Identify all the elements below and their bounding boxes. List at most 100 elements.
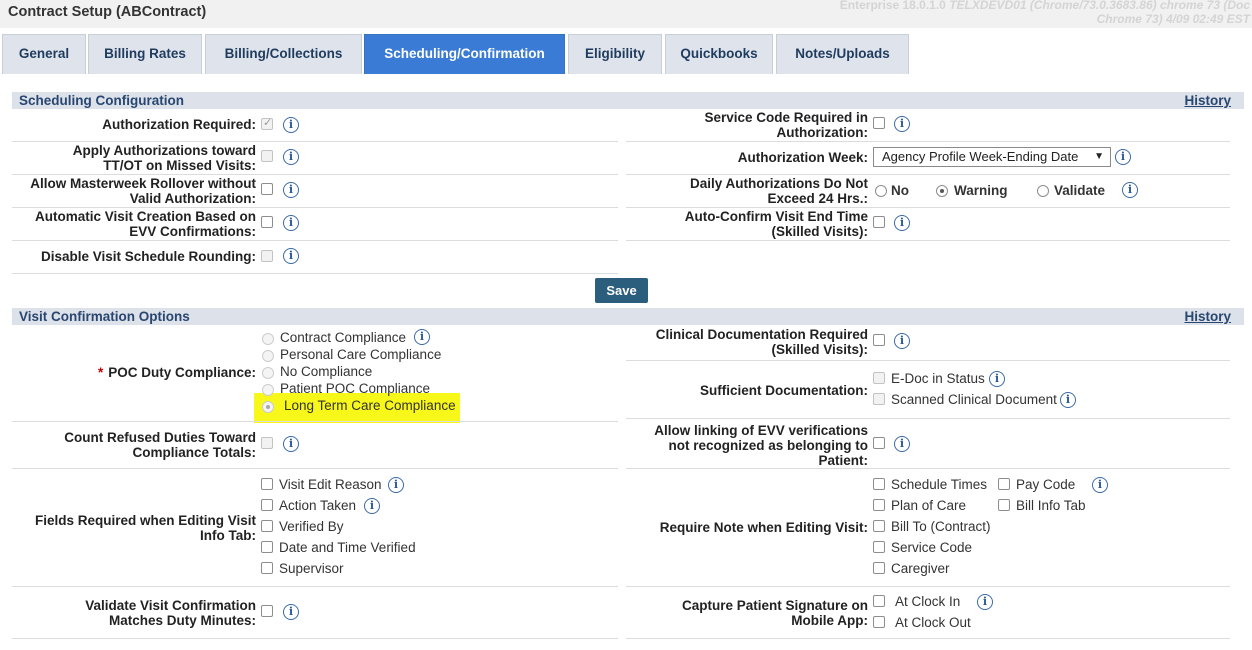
- tab-billing-rates[interactable]: Billing Rates: [88, 34, 202, 74]
- row-divider: [12, 174, 618, 175]
- allow-linking-evv-checkbox[interactable]: [873, 437, 885, 449]
- plan-of-care-checkbox[interactable]: [873, 499, 885, 511]
- row-divider: [626, 240, 1230, 241]
- row-divider: [12, 421, 618, 422]
- daily-auth-no-radio[interactable]: [875, 185, 887, 197]
- scheduling-section-title: Scheduling Configuration: [19, 93, 184, 108]
- daily-auth-warning-radio[interactable]: [936, 185, 948, 197]
- tab-scheduling-confirmation[interactable]: Scheduling/Confirmation: [364, 34, 565, 74]
- caregiver-checkbox[interactable]: [873, 562, 885, 574]
- at-clock-in-label: At Clock In: [895, 594, 961, 609]
- row-divider: [626, 360, 1230, 361]
- visit-edit-reason-checkbox[interactable]: [261, 478, 273, 490]
- info-icon[interactable]: i: [1092, 477, 1108, 493]
- authorization-required-label: Authorization Required:: [102, 117, 256, 132]
- supervisor-checkbox[interactable]: [261, 562, 273, 574]
- at-clock-in-checkbox[interactable]: [873, 595, 885, 607]
- row-divider: [626, 174, 1230, 175]
- row-divider: [626, 638, 1230, 639]
- verified-by-checkbox[interactable]: [261, 520, 273, 532]
- edoc-in-status-checkbox[interactable]: [873, 372, 885, 384]
- scheduling-history-link[interactable]: History: [1184, 92, 1231, 109]
- pay-code-checkbox[interactable]: [998, 478, 1010, 490]
- service-code-checkbox[interactable]: [873, 541, 885, 553]
- poc-option-label: Personal Care Compliance: [280, 347, 442, 362]
- info-icon[interactable]: i: [894, 116, 910, 132]
- schedule-times-checkbox[interactable]: [873, 478, 885, 490]
- info-icon[interactable]: i: [388, 477, 404, 493]
- bill-to-contract-checkbox[interactable]: [873, 520, 885, 532]
- env-version: Enterprise 18.0.1.0: [839, 0, 946, 12]
- authorization-required-checkbox[interactable]: [261, 116, 273, 130]
- confirmation-history-link[interactable]: History: [1184, 308, 1231, 325]
- at-clock-out-label: At Clock Out: [895, 615, 971, 630]
- apply-authorizations-checkbox[interactable]: [261, 150, 273, 162]
- env-host: TELXDEVD01 (Chrome/73.0.3683.86) chrome …: [949, 0, 1250, 12]
- info-icon[interactable]: i: [894, 215, 910, 231]
- bill-info-tab-label: Bill Info Tab: [1016, 498, 1086, 513]
- info-icon[interactable]: i: [1060, 392, 1076, 408]
- poc-contract-compliance-radio[interactable]: [262, 333, 274, 345]
- info-icon[interactable]: i: [989, 371, 1005, 387]
- apply-authorizations-label: Apply Authorizations toward TT/OT on Miss…: [72, 143, 256, 173]
- poc-option-label: Contract Compliance: [280, 330, 407, 345]
- info-icon[interactable]: i: [364, 498, 380, 514]
- masterweek-rollover-checkbox[interactable]: [261, 183, 273, 195]
- row-divider: [12, 207, 618, 208]
- poc-no-compliance-radio[interactable]: [262, 367, 274, 379]
- allow-linking-evv-label: Allow linking of EVV verifications not re…: [654, 423, 868, 468]
- automatic-visit-creation-checkbox[interactable]: [261, 216, 273, 228]
- tab-general[interactable]: General: [2, 34, 86, 74]
- schedule-times-label: Schedule Times: [891, 477, 988, 492]
- info-icon[interactable]: i: [283, 182, 299, 198]
- env-browser-date: Chrome 73) 4/09 02:49 EST: [1096, 12, 1250, 26]
- disable-rounding-checkbox[interactable]: [261, 250, 273, 262]
- row-divider: [626, 418, 1230, 419]
- info-icon[interactable]: i: [283, 117, 299, 133]
- poc-option-label: Patient POC Compliance: [280, 381, 431, 396]
- info-icon[interactable]: i: [283, 248, 299, 264]
- verified-by-label: Verified By: [279, 519, 344, 534]
- info-icon[interactable]: i: [283, 149, 299, 165]
- count-refused-duties-checkbox[interactable]: [261, 437, 273, 449]
- scanned-clinical-document-checkbox[interactable]: [873, 393, 885, 405]
- poc-long-term-care-radio[interactable]: [262, 401, 274, 413]
- tab-billing-collections[interactable]: Billing/Collections: [205, 34, 362, 74]
- auto-confirm-end-time-checkbox[interactable]: [873, 216, 885, 228]
- caregiver-label: Caregiver: [891, 561, 950, 576]
- poc-personal-care-radio[interactable]: [262, 350, 274, 362]
- info-icon[interactable]: i: [977, 594, 993, 610]
- disable-rounding-label: Disable Visit Schedule Rounding:: [40, 249, 256, 264]
- info-icon[interactable]: i: [1115, 149, 1131, 165]
- plan-of-care-label: Plan of Care: [891, 498, 967, 513]
- chevron-down-icon: ▼: [1094, 151, 1104, 162]
- validate-visit-confirmation-checkbox[interactable]: [261, 605, 273, 617]
- info-icon[interactable]: i: [414, 329, 430, 345]
- info-icon[interactable]: i: [894, 333, 910, 349]
- count-refused-duties-label: Count Refused Duties Toward Compliance To…: [64, 430, 256, 460]
- date-time-verified-label: Date and Time Verified: [279, 540, 416, 555]
- tab-eligibility[interactable]: Eligibility: [568, 34, 662, 74]
- daily-authorizations-label: Daily Authorizations Do Not Exceed 24 Hrs…: [690, 176, 868, 206]
- service-code-required-checkbox[interactable]: [873, 117, 885, 129]
- poc-option-label: No Compliance: [280, 364, 373, 379]
- capture-signature-label: Capture Patient Signature on Mobile App:: [681, 598, 868, 628]
- info-icon[interactable]: i: [283, 215, 299, 231]
- info-icon[interactable]: i: [283, 436, 299, 452]
- row-divider: [12, 141, 618, 142]
- action-taken-checkbox[interactable]: [261, 499, 273, 511]
- clinical-documentation-checkbox[interactable]: [873, 334, 885, 346]
- at-clock-out-checkbox[interactable]: [873, 616, 885, 628]
- date-time-verified-checkbox[interactable]: [261, 541, 273, 553]
- save-button[interactable]: Save: [595, 278, 648, 303]
- info-icon[interactable]: i: [283, 604, 299, 620]
- bill-info-tab-checkbox[interactable]: [998, 499, 1010, 511]
- daily-auth-validate-radio[interactable]: [1037, 185, 1049, 197]
- authorization-week-select[interactable]: Agency Profile Week-Ending Date ▼: [873, 147, 1111, 167]
- poc-patient-poc-radio[interactable]: [262, 384, 274, 396]
- info-icon[interactable]: i: [894, 436, 910, 452]
- automatic-visit-creation-label: Automatic Visit Creation Based on EVV Con…: [34, 209, 256, 239]
- info-icon[interactable]: i: [1122, 182, 1138, 198]
- tab-quickbooks[interactable]: Quickbooks: [665, 34, 773, 74]
- tab-notes-uploads[interactable]: Notes/Uploads: [776, 34, 909, 74]
